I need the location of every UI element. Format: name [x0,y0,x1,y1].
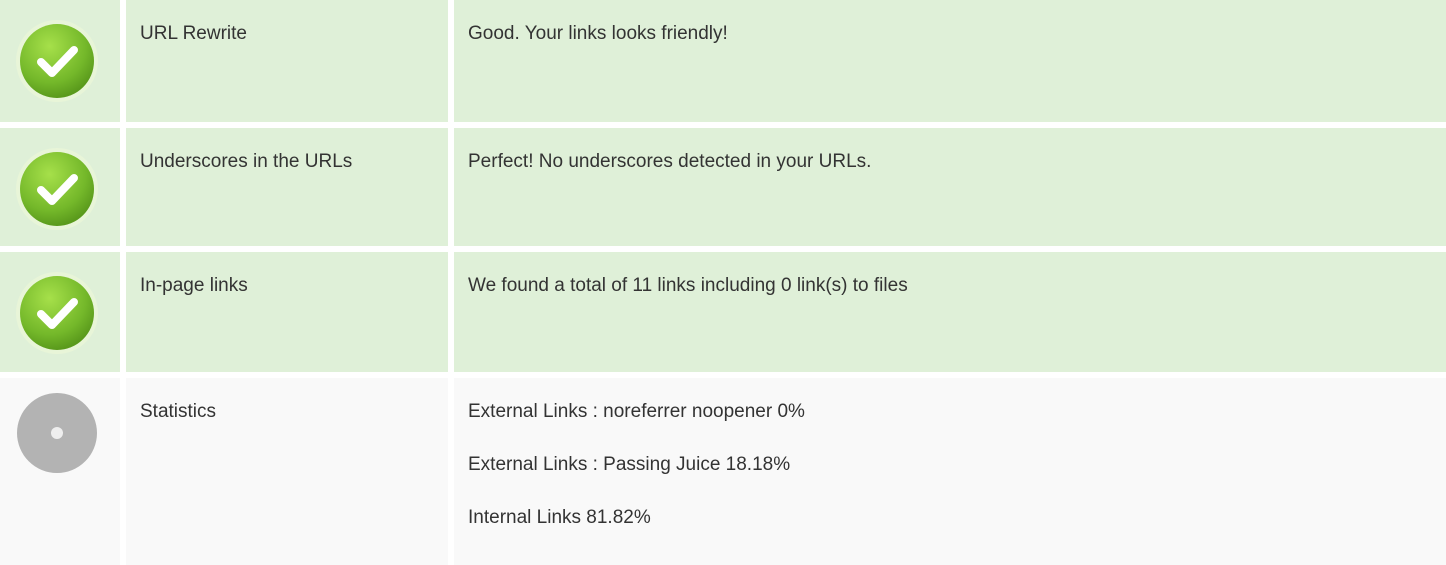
check-name: Underscores in the URLs [140,151,353,172]
check-message: Good. Your links looks friendly! [468,23,728,44]
check-name-cell: In-page links [126,252,448,372]
status-cell [0,252,120,372]
result-row-in-page-links: In-page links We found a total of 11 lin… [0,252,1446,372]
status-cell [0,128,120,246]
check-circle-icon [14,270,100,356]
check-message-cell: Good. Your links looks friendly! [454,0,1446,122]
check-message-cell: External Links : noreferrer noopener 0% … [454,378,1446,565]
statistic-line: External Links : noreferrer noopener 0% [468,401,805,422]
statistic-line: External Links : Passing Juice 18.18% [468,454,791,475]
check-message: We found a total of 11 links including 0… [468,275,908,296]
check-name-cell: URL Rewrite [126,0,448,122]
status-cell [0,0,120,122]
result-row-statistics: Statistics External Links : noreferrer n… [0,378,1446,565]
check-message-cell: We found a total of 11 links including 0… [454,252,1446,372]
status-cell [0,378,120,565]
check-circle-icon [14,18,100,104]
info-circle-icon [14,390,100,476]
check-name: URL Rewrite [140,23,247,44]
result-row-url-rewrite: URL Rewrite Good. Your links looks frien… [0,0,1446,122]
check-name: In-page links [140,275,248,296]
seo-results-table: URL Rewrite Good. Your links looks frien… [0,0,1446,565]
check-circle-icon [14,146,100,232]
result-row-underscores: Underscores in the URLs Perfect! No unde… [0,128,1446,246]
check-name-cell: Underscores in the URLs [126,128,448,246]
check-message: Perfect! No underscores detected in your… [468,151,872,172]
check-name-cell: Statistics [126,378,448,565]
check-message-cell: Perfect! No underscores detected in your… [454,128,1446,246]
statistic-line: Internal Links 81.82% [468,507,651,528]
check-name: Statistics [140,401,217,422]
